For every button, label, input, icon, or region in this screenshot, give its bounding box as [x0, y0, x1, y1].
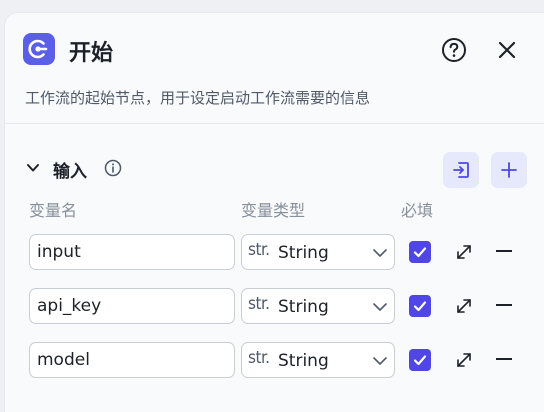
variable-type-select[interactable]: str. String: [241, 234, 395, 270]
expand-icon[interactable]: [455, 243, 473, 261]
required-checkbox[interactable]: [409, 241, 431, 263]
add-variable-button[interactable]: [491, 152, 527, 188]
check-icon: [413, 247, 427, 258]
import-icon: [453, 162, 469, 178]
remove-icon[interactable]: [496, 250, 512, 252]
variable-row: api_key str. String: [5, 288, 544, 324]
check-icon: [413, 355, 427, 366]
panel-header: 开始 工作流的起始节点，用于设定启动工作流需要的信息: [5, 13, 544, 123]
chevron-down-icon[interactable]: [25, 160, 41, 176]
import-variables-button[interactable]: [443, 152, 479, 188]
panel-description: 工作流的起始节点，用于设定启动工作流需要的信息: [25, 89, 371, 107]
column-header-type: 变量类型: [241, 201, 306, 220]
type-prefix: str.: [248, 294, 270, 314]
remove-icon[interactable]: [496, 304, 512, 306]
required-checkbox[interactable]: [409, 349, 431, 371]
type-prefix: str.: [248, 348, 270, 368]
column-header-name: 变量名: [29, 201, 78, 220]
remove-icon[interactable]: [496, 358, 512, 360]
check-icon: [413, 301, 427, 312]
panel-title: 开始: [69, 41, 114, 66]
start-node-icon: [23, 33, 55, 65]
plus-icon: [501, 162, 517, 178]
expand-icon[interactable]: [455, 297, 473, 315]
start-node-panel: 开始 工作流的起始节点，用于设定启动工作流需要的信息 输入 变量名 变量类型 必…: [4, 12, 544, 412]
variable-name-input[interactable]: input: [29, 234, 235, 270]
type-label: String: [278, 243, 329, 263]
chevron-down-icon: [373, 303, 387, 311]
chevron-down-icon: [373, 357, 387, 365]
chevron-down-icon: [373, 249, 387, 257]
variable-name-input[interactable]: api_key: [29, 288, 235, 324]
variable-name-input[interactable]: model: [29, 342, 235, 378]
close-icon[interactable]: [495, 38, 519, 62]
inputs-section-title: 输入: [53, 162, 87, 182]
column-header-required: 必填: [401, 201, 434, 220]
variable-row: input str. String: [5, 234, 544, 270]
variable-type-select[interactable]: str. String: [241, 288, 395, 324]
required-checkbox[interactable]: [409, 295, 431, 317]
type-label: String: [278, 297, 329, 317]
type-label: String: [278, 351, 329, 371]
inputs-section-header[interactable]: 输入: [5, 124, 544, 188]
help-circle-icon[interactable]: [441, 37, 467, 63]
variable-type-select[interactable]: str. String: [241, 342, 395, 378]
info-icon[interactable]: [104, 159, 122, 177]
expand-icon[interactable]: [455, 351, 473, 369]
type-prefix: str.: [248, 240, 270, 260]
variable-row: model str. String: [5, 342, 544, 378]
